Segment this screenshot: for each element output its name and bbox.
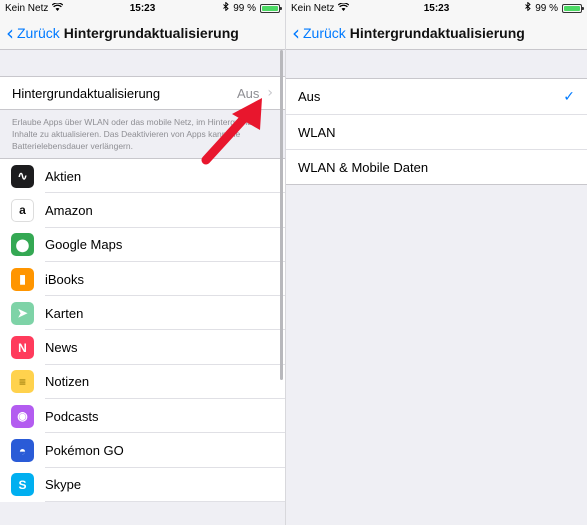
maps-icon: ➤ xyxy=(11,301,34,325)
chevron-left-icon: ‹ xyxy=(6,20,14,45)
pokemon-go-icon: ◓ xyxy=(11,439,34,463)
background-refresh-value-group: Aus › xyxy=(237,85,273,101)
app-row[interactable]: ∿ Aktien xyxy=(0,159,285,194)
back-label: Zurück xyxy=(17,24,60,41)
podcasts-icon: ◉ xyxy=(11,404,34,428)
amazon-icon: a xyxy=(11,198,34,222)
refresh-option-label: WLAN xyxy=(298,124,336,140)
notes-icon: ≡ xyxy=(11,370,34,394)
app-row[interactable]: ◉ Podcasts xyxy=(0,399,285,434)
chevron-left-icon: ‹ xyxy=(292,20,300,45)
battery-icon xyxy=(562,3,584,13)
refresh-option-row[interactable]: WLAN xyxy=(286,114,587,149)
back-button[interactable]: ‹ Zurück xyxy=(6,23,60,43)
app-label: Amazon xyxy=(45,202,93,218)
app-row[interactable]: a Amazon xyxy=(0,193,285,228)
refresh-option-label: WLAN & Mobile Daten xyxy=(298,159,429,175)
left-screen: Kein Netz 15:23 99 % ‹ Zurück Hintergrun… xyxy=(0,0,285,525)
navigation-bar: ‹ Zurück Hintergrundaktualisierung xyxy=(0,16,285,50)
app-list: ∿ Aktien a Amazon ⬤ Google Maps ▮ iBooks ➤ Karten… xyxy=(0,158,285,503)
refresh-option-row[interactable]: WLAN & Mobile Daten xyxy=(286,149,587,184)
checkmark-icon: ✓ xyxy=(563,88,575,105)
app-label: Pokémon GO xyxy=(45,443,124,459)
background-refresh-row[interactable]: Hintergrundaktualisierung Aus › xyxy=(0,77,285,109)
app-row[interactable]: ≡ Notizen xyxy=(0,365,285,400)
status-right-group: 99 % xyxy=(223,1,282,14)
stocks-icon: ∿ xyxy=(11,164,34,188)
bluetooth-icon xyxy=(223,1,229,14)
back-label: Zurück xyxy=(303,24,346,41)
app-label: Google Maps xyxy=(45,237,123,253)
page-title: Hintergrundaktualisierung xyxy=(63,24,239,41)
status-bar: Kein Netz 15:23 99 % xyxy=(286,0,587,16)
battery-percent: 99 % xyxy=(535,2,558,14)
app-row[interactable]: ➤ Karten xyxy=(0,296,285,331)
app-label: iBooks xyxy=(45,271,85,287)
refresh-options-list: Aus ✓ WLAN WLAN & Mobile Daten xyxy=(286,78,587,185)
app-label: Skype xyxy=(45,477,82,493)
app-row[interactable]: ⬤ Google Maps xyxy=(0,228,285,263)
app-label: Podcasts xyxy=(45,408,99,424)
chevron-right-icon: › xyxy=(267,85,273,101)
scrollbar[interactable] xyxy=(280,50,283,380)
app-label: Aktien xyxy=(45,168,82,184)
app-label: Karten xyxy=(45,305,84,321)
battery-fill xyxy=(564,5,580,11)
wifi-icon xyxy=(52,1,64,14)
carrier-label: Kein Netz xyxy=(291,2,335,14)
right-screen: Kein Netz 15:23 99 % ‹ Zurück Hintergrun… xyxy=(285,0,587,525)
refresh-option-row[interactable]: Aus ✓ xyxy=(286,79,587,114)
app-row[interactable]: ▮ iBooks xyxy=(0,262,285,297)
skype-icon: S xyxy=(11,473,34,497)
status-bar: Kein Netz 15:23 99 % xyxy=(0,0,285,16)
ibooks-icon: ▮ xyxy=(11,267,34,291)
wifi-icon xyxy=(338,1,350,14)
status-right-group: 99 % xyxy=(525,1,584,14)
status-time: 15:23 xyxy=(129,2,156,14)
background-refresh-value: Aus xyxy=(236,85,260,101)
status-time: 15:23 xyxy=(423,2,450,14)
app-label: Notizen xyxy=(45,374,90,390)
app-row[interactable]: S Skype xyxy=(0,468,285,503)
battery-percent: 99 % xyxy=(233,2,256,14)
background-refresh-group: Hintergrundaktualisierung Aus › xyxy=(0,76,285,110)
page-title: Hintergrundaktualisierung xyxy=(349,24,525,41)
background-refresh-label: Hintergrundaktualisierung xyxy=(12,85,161,101)
refresh-option-label: Aus xyxy=(298,89,321,104)
carrier-label: Kein Netz xyxy=(5,2,49,14)
news-icon: N xyxy=(11,336,34,360)
app-row[interactable]: ◓ Pokémon GO xyxy=(0,433,285,468)
back-button[interactable]: ‹ Zurück xyxy=(292,23,346,43)
battery-fill xyxy=(262,5,278,11)
bluetooth-icon xyxy=(525,1,531,14)
google-maps-icon: ⬤ xyxy=(11,233,34,257)
app-label: News xyxy=(45,340,78,356)
carrier-group: Kein Netz xyxy=(291,1,350,14)
navigation-bar: ‹ Zurück Hintergrundaktualisierung xyxy=(286,16,587,50)
battery-icon xyxy=(260,3,282,13)
background-refresh-footnote: Erlaube Apps über WLAN oder das mobile N… xyxy=(12,117,253,151)
app-row[interactable]: N News xyxy=(0,330,285,366)
carrier-group: Kein Netz xyxy=(5,1,64,14)
